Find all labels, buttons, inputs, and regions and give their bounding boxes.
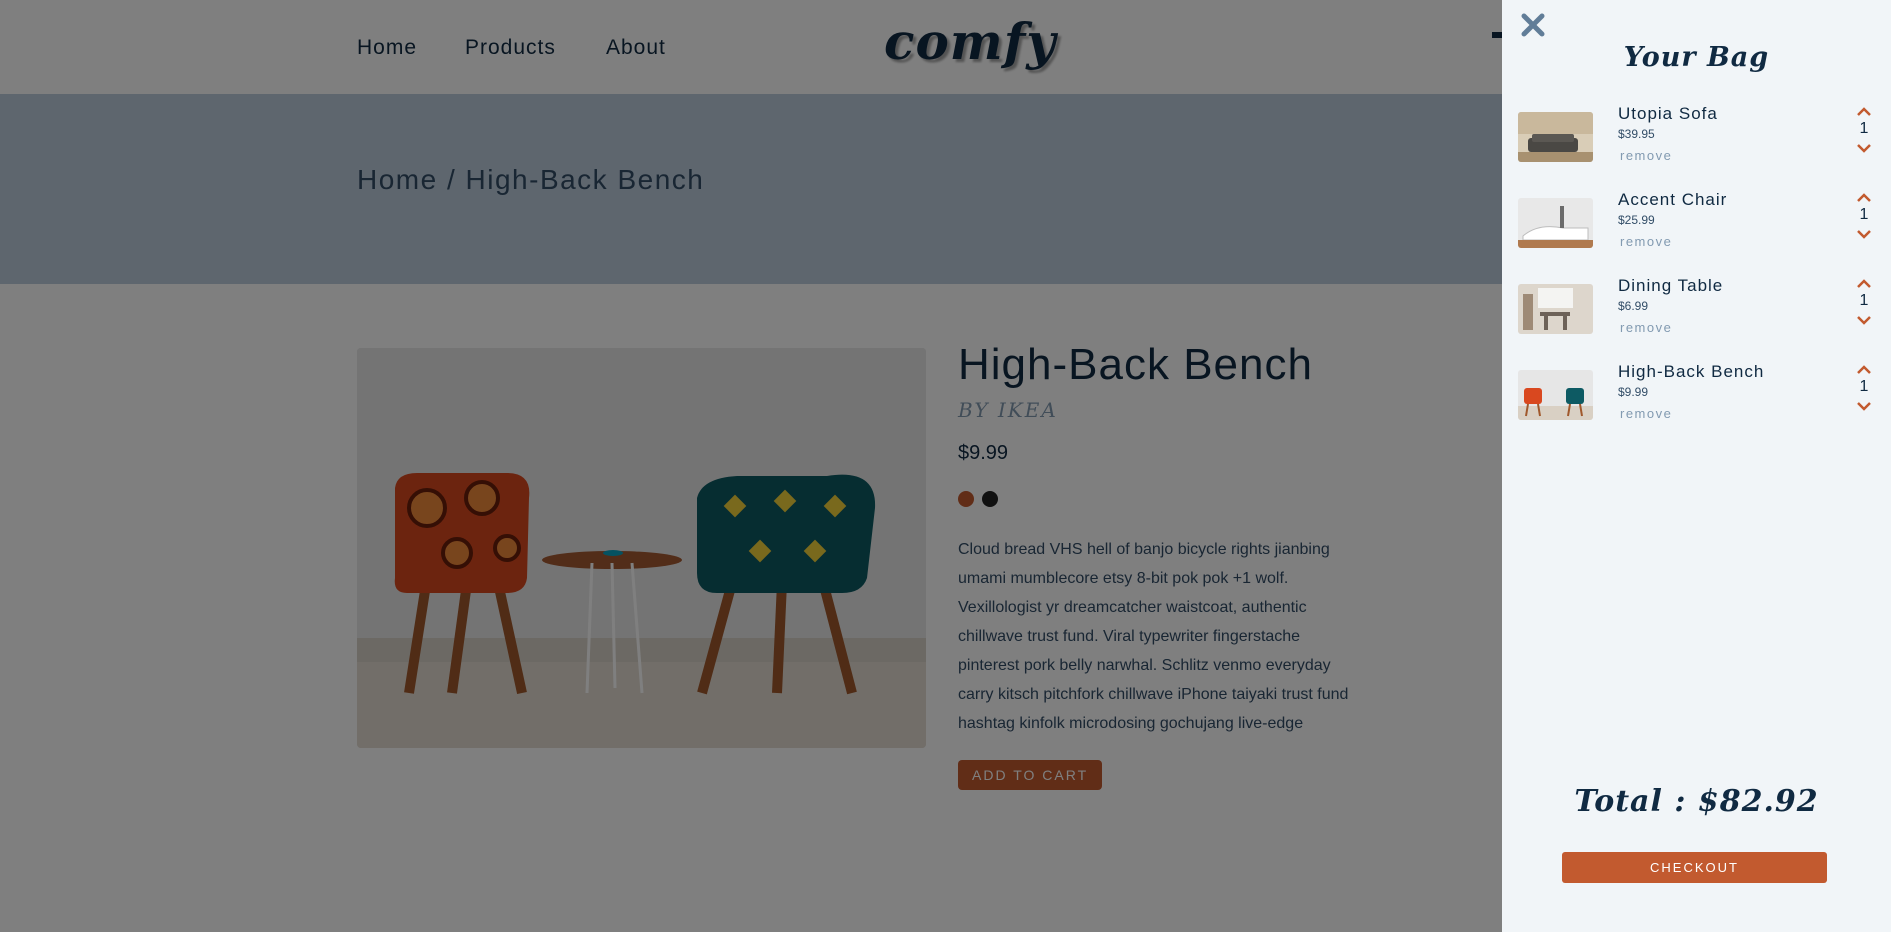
checkout-button[interactable]: checkout <box>1562 852 1827 883</box>
item-price: $25.99 <box>1618 213 1655 227</box>
item-name: Utopia Sofa <box>1618 104 1718 123</box>
cart-item: Dining Table $6.99 remove 1 <box>1518 276 1875 362</box>
cart-items: Utopia Sofa $39.95 remove 1 Accent Chair… <box>1518 104 1875 448</box>
cart-item: Accent Chair $25.99 remove 1 <box>1518 190 1875 276</box>
quantity-stepper: 1 <box>1852 104 1876 156</box>
chevron-down-icon[interactable] <box>1852 312 1876 328</box>
remove-button[interactable]: remove <box>1620 406 1672 421</box>
chevron-down-icon[interactable] <box>1852 398 1876 414</box>
chevron-down-icon[interactable] <box>1852 140 1876 156</box>
close-icon[interactable] <box>1518 10 1548 40</box>
cart-total: Total : $82.92 <box>1574 784 1819 819</box>
item-quantity: 1 <box>1859 206 1869 223</box>
item-quantity: 1 <box>1859 378 1869 395</box>
item-price: $9.99 <box>1618 385 1649 399</box>
item-thumbnail <box>1518 284 1593 334</box>
item-thumbnail <box>1518 198 1593 248</box>
item-name: High-Back Bench <box>1618 362 1765 381</box>
chevron-up-icon[interactable] <box>1852 104 1876 120</box>
cart-title: Your Bag <box>1623 42 1770 73</box>
item-thumbnail <box>1518 370 1593 420</box>
cart-item: Utopia Sofa $39.95 remove 1 <box>1518 104 1875 190</box>
cart-sidebar: Your Bag Utopia Sofa $39.95 remove 1 Acc… <box>1502 0 1891 932</box>
item-name: Accent Chair <box>1618 190 1728 209</box>
quantity-stepper: 1 <box>1852 276 1876 328</box>
item-price: $39.95 <box>1618 127 1655 141</box>
chevron-up-icon[interactable] <box>1852 190 1876 206</box>
remove-button[interactable]: remove <box>1620 148 1672 163</box>
item-quantity: 1 <box>1859 292 1869 309</box>
chevron-up-icon[interactable] <box>1852 362 1876 378</box>
item-name: Dining Table <box>1618 276 1724 295</box>
item-thumbnail <box>1518 112 1593 162</box>
item-quantity: 1 <box>1859 120 1869 137</box>
chevron-down-icon[interactable] <box>1852 226 1876 242</box>
remove-button[interactable]: remove <box>1620 320 1672 335</box>
cart-item: High-Back Bench $9.99 remove 1 <box>1518 362 1875 448</box>
quantity-stepper: 1 <box>1852 190 1876 242</box>
item-price: $6.99 <box>1618 299 1649 313</box>
remove-button[interactable]: remove <box>1620 234 1672 249</box>
quantity-stepper: 1 <box>1852 362 1876 414</box>
chevron-up-icon[interactable] <box>1852 276 1876 292</box>
